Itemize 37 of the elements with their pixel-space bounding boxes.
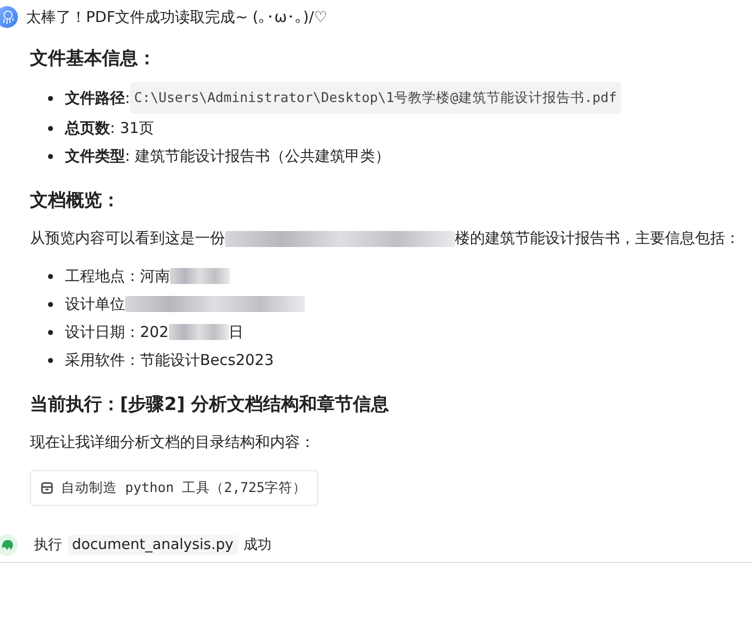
bullet-icon (48, 96, 53, 100)
text: : 31页 (110, 118, 154, 139)
text: 从预览内容可以看到这是一份 (30, 229, 225, 247)
text: 工程地点： (65, 266, 140, 287)
code-text: C:\Users\Administrator\Desktop\1号教学楼@建筑节能设计报告书.pdf (130, 82, 621, 114)
text: 节能设计Becs2023 (140, 350, 274, 371)
text: 采用软件： (65, 350, 140, 371)
text: 河南 (140, 266, 170, 287)
tool-chip[interactable]: 自动制造 python 工具（2,725字符） (30, 470, 318, 506)
avatar-icon (0, 534, 18, 556)
bullet-icon (48, 126, 53, 130)
text: 设计日期： (65, 322, 140, 343)
text: 202 (140, 322, 169, 343)
text: 设计单位 (65, 294, 125, 315)
text: 执行 (34, 536, 62, 554)
redaction-blur (170, 268, 230, 284)
text: 成功 (244, 536, 272, 554)
redaction-blur (168, 324, 229, 340)
section-heading: 文档概览： (30, 189, 121, 212)
message-text: 太棒了！PDF文件成功读取完成~ (｡･ω･｡)/♡ (26, 8, 328, 26)
section-heading: 当前执行：[步骤2] 分析文档结构和章节信息 (30, 393, 390, 416)
bullet-icon (48, 358, 53, 362)
section-heading: 文件基本信息： (30, 47, 157, 70)
bullet-icon (48, 154, 53, 158)
text: : 建筑节能设计报告书（公共建筑甲类） (125, 146, 390, 167)
text: 日 (228, 322, 244, 343)
field-label: 文件路径 (65, 88, 125, 109)
bullet-icon (48, 302, 53, 306)
field-label: 文件类型 (65, 146, 125, 167)
text: 现在让我详细分析文档的目录结构和内容： (30, 433, 315, 451)
text: : (125, 88, 130, 109)
code-text: document_analysis.py (68, 535, 238, 555)
field-label: 总页数 (65, 118, 110, 139)
bullet-icon (48, 330, 53, 334)
bullet-icon (48, 274, 53, 278)
save-icon (41, 482, 53, 494)
text: 楼的建筑节能设计报告书，主要信息包括： (455, 229, 740, 247)
